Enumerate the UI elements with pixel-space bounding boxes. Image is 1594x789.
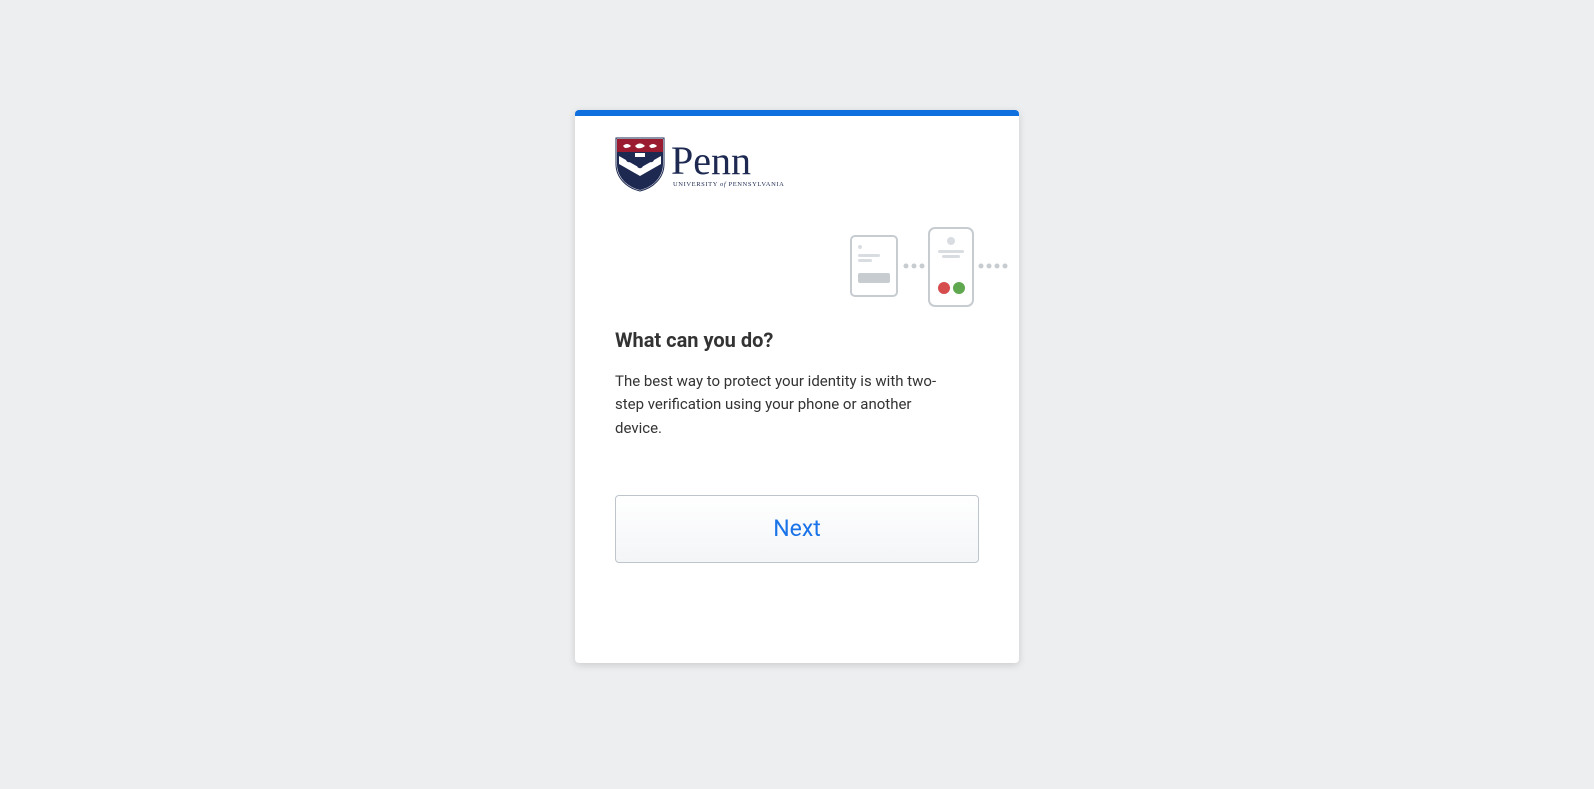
logo-subtext: UNIVERSITY of PENNSYLVANIA [673,181,784,188]
two-step-illustration [645,226,1009,308]
logo-wordmark-text: Penn [671,138,751,183]
page-heading: What can you do? [615,328,979,352]
devices-illustration-icon [849,226,1009,308]
page-description: The best way to protect your identity is… [615,370,955,440]
next-button[interactable]: Next [615,495,979,563]
penn-logo-icon: Penn UNIVERSITY of PENNSYLVANIA [615,136,795,192]
university-logo: Penn UNIVERSITY of PENNSYLVANIA [615,136,979,196]
auth-card: Penn UNIVERSITY of PENNSYLVANIA [575,110,1019,663]
